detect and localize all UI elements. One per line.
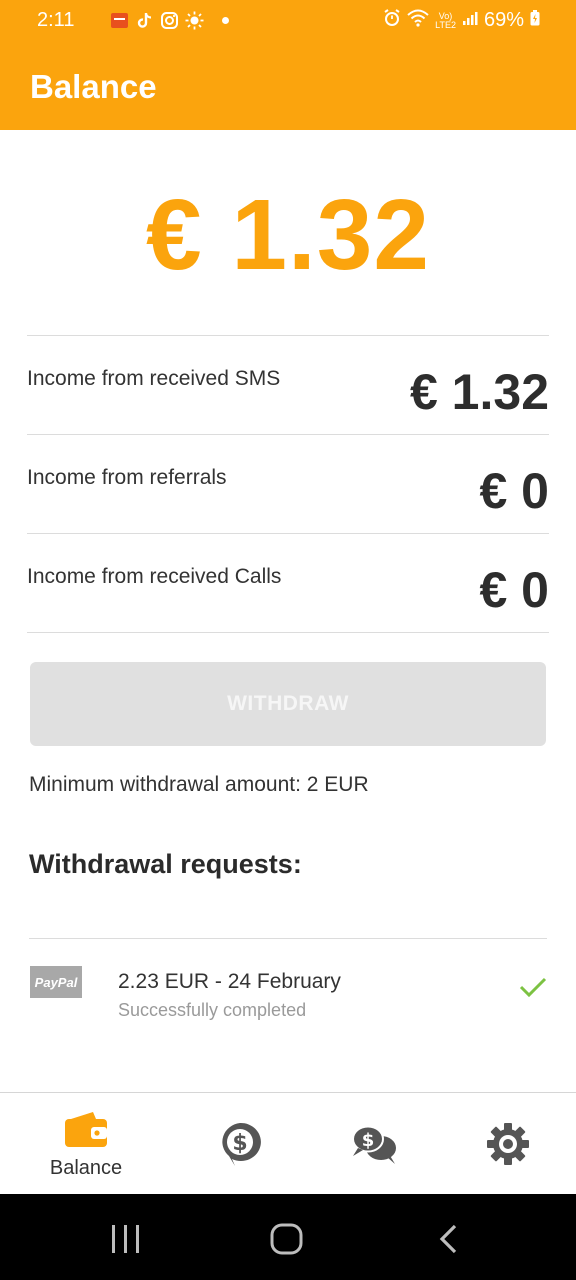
divider: [27, 632, 549, 633]
sun-app-icon: [185, 11, 204, 30]
status-time: 2:11: [37, 9, 75, 31]
wallet-icon: [63, 1111, 109, 1154]
income-label: Income from received SMS: [27, 367, 281, 390]
instagram-icon: [160, 11, 179, 30]
battery-icon: [530, 10, 540, 31]
recent-apps-button[interactable]: [110, 1224, 142, 1259]
tiktok-icon: [135, 11, 154, 30]
withdraw-button[interactable]: WITHDRAW: [30, 662, 546, 746]
alarm-icon: [383, 9, 401, 32]
nav-messages[interactable]: $: [302, 1093, 446, 1195]
shop-app-icon: [110, 11, 129, 30]
checkmark-icon: [519, 976, 547, 1003]
withdrawal-request-item[interactable]: PayPal 2.23 EUR - 24 February Successful…: [29, 940, 547, 1040]
request-summary: 2.23 EUR - 24 February: [118, 970, 341, 993]
system-status: Vo) LTE2 69%: [383, 9, 540, 32]
income-amount: € 0: [479, 463, 549, 519]
nav-label: Balance: [49, 1157, 123, 1179]
income-label: Income from received Calls: [27, 565, 282, 588]
dollar-chat-icon: $: [217, 1121, 263, 1172]
total-balance: € 1.32: [145, 179, 431, 291]
nav-earnings[interactable]: $: [168, 1093, 312, 1195]
svg-text:$: $: [232, 1131, 247, 1156]
divider: [29, 938, 547, 939]
home-button[interactable]: [270, 1223, 304, 1260]
paypal-logo-icon: PayPal: [30, 966, 82, 998]
lte-indicator: Vo) LTE2: [435, 10, 456, 30]
more-notifications-dot: [222, 17, 229, 24]
minimum-withdrawal-note: Minimum withdrawal amount: 2 EUR: [29, 773, 369, 796]
withdrawal-requests-title: Withdrawal requests:: [29, 849, 302, 879]
signal-icon: [462, 10, 478, 31]
income-row-referrals: Income from referrals € 0: [27, 434, 549, 533]
dollar-chat-bubbles-icon: $: [351, 1125, 397, 1170]
status-bar: 2:11 Vo) LTE2 69%: [0, 0, 576, 42]
income-amount: € 1.32: [409, 364, 549, 420]
wifi-icon: [407, 9, 429, 32]
nav-balance[interactable]: Balance: [14, 1093, 158, 1195]
page-title: Balance: [30, 68, 157, 105]
income-amount: € 0: [479, 562, 549, 618]
svg-text:$: $: [362, 1130, 375, 1151]
app-header: 2:11 Vo) LTE2 69% Balance: [0, 0, 576, 130]
nav-settings[interactable]: [436, 1093, 576, 1195]
income-row-sms: Income from received SMS € 1.32: [27, 335, 549, 434]
back-button[interactable]: [436, 1224, 460, 1259]
income-row-calls: Income from received Calls € 0: [27, 533, 549, 632]
battery-percent: 69%: [483, 9, 524, 31]
notification-icons: [110, 11, 229, 30]
system-navigation-bar: [0, 1194, 576, 1280]
bottom-navigation: Balance $ $: [0, 1092, 576, 1194]
income-label: Income from referrals: [27, 466, 227, 489]
settings-gear-icon: [485, 1121, 531, 1172]
request-status: Successfully completed: [118, 1000, 307, 1020]
